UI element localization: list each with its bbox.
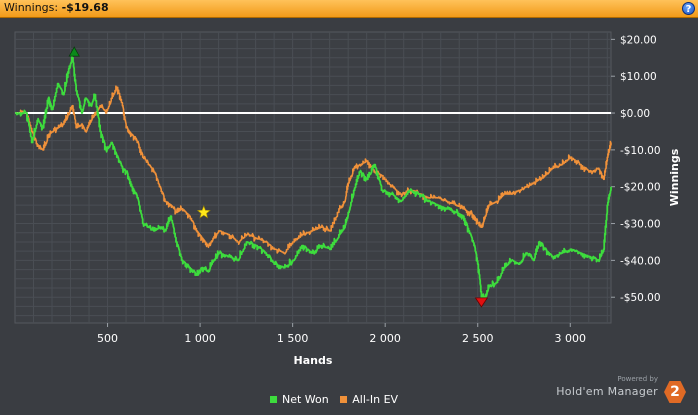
legend: Net Won All-In EV <box>270 393 406 409</box>
x-tick-label: 1 500 <box>277 332 309 345</box>
winnings-chart: 500 1 000 1 500 2 000 2 500 3 000 $20.00 $10.0… <box>14 31 681 367</box>
powered-by-text: Powered by <box>617 375 658 383</box>
y-axis-label: Winnings <box>668 148 681 206</box>
legend-swatch-net-won <box>270 396 277 403</box>
winnings-value: -$19.68 <box>61 1 109 14</box>
y-tick-label: -$40.00 <box>620 255 661 267</box>
y-tick-label: $0.00 <box>620 108 650 120</box>
y-tick-label: $10.00 <box>620 71 657 83</box>
x-tick-label: 2 000 <box>369 332 401 345</box>
y-tick-label: -$20.00 <box>620 182 661 194</box>
y-tick-label: -$10.00 <box>620 145 661 157</box>
legend-label-all-in-ev: All-In EV <box>352 393 399 406</box>
x-tick-label: 1 000 <box>184 332 216 345</box>
winnings-summary: Winnings: -$19.68 <box>4 1 109 14</box>
x-axis-label: Hands <box>294 354 333 367</box>
x-tick-label: 500 <box>97 332 118 345</box>
x-tick-label: 2 500 <box>462 332 494 345</box>
legend-swatch-all-in-ev <box>340 396 348 403</box>
y-tick-label: -$30.00 <box>620 219 661 231</box>
y-axis-ticks: $20.00 $10.00 $0.00 -$10.00 -$20.00 -$30.00 -$… <box>611 34 661 304</box>
product-name: Hold'em Manager <box>556 385 658 398</box>
legend-item-net-won[interactable]: Net Won <box>270 393 329 406</box>
x-tick-label: 3 000 <box>555 332 587 345</box>
y-tick-label: -$50.00 <box>620 292 661 304</box>
legend-label-net-won: Net Won <box>282 393 329 406</box>
winnings-label: Winnings: <box>4 1 59 14</box>
help-button[interactable]: ? <box>682 2 695 15</box>
y-tick-label: $20.00 <box>620 34 657 46</box>
title-bar: Winnings: -$19.68 ? <box>0 0 698 18</box>
x-axis-ticks: 500 1 000 1 500 2 000 2 500 3 000 <box>97 323 586 345</box>
legend-item-all-in-ev[interactable]: All-In EV <box>340 393 398 406</box>
